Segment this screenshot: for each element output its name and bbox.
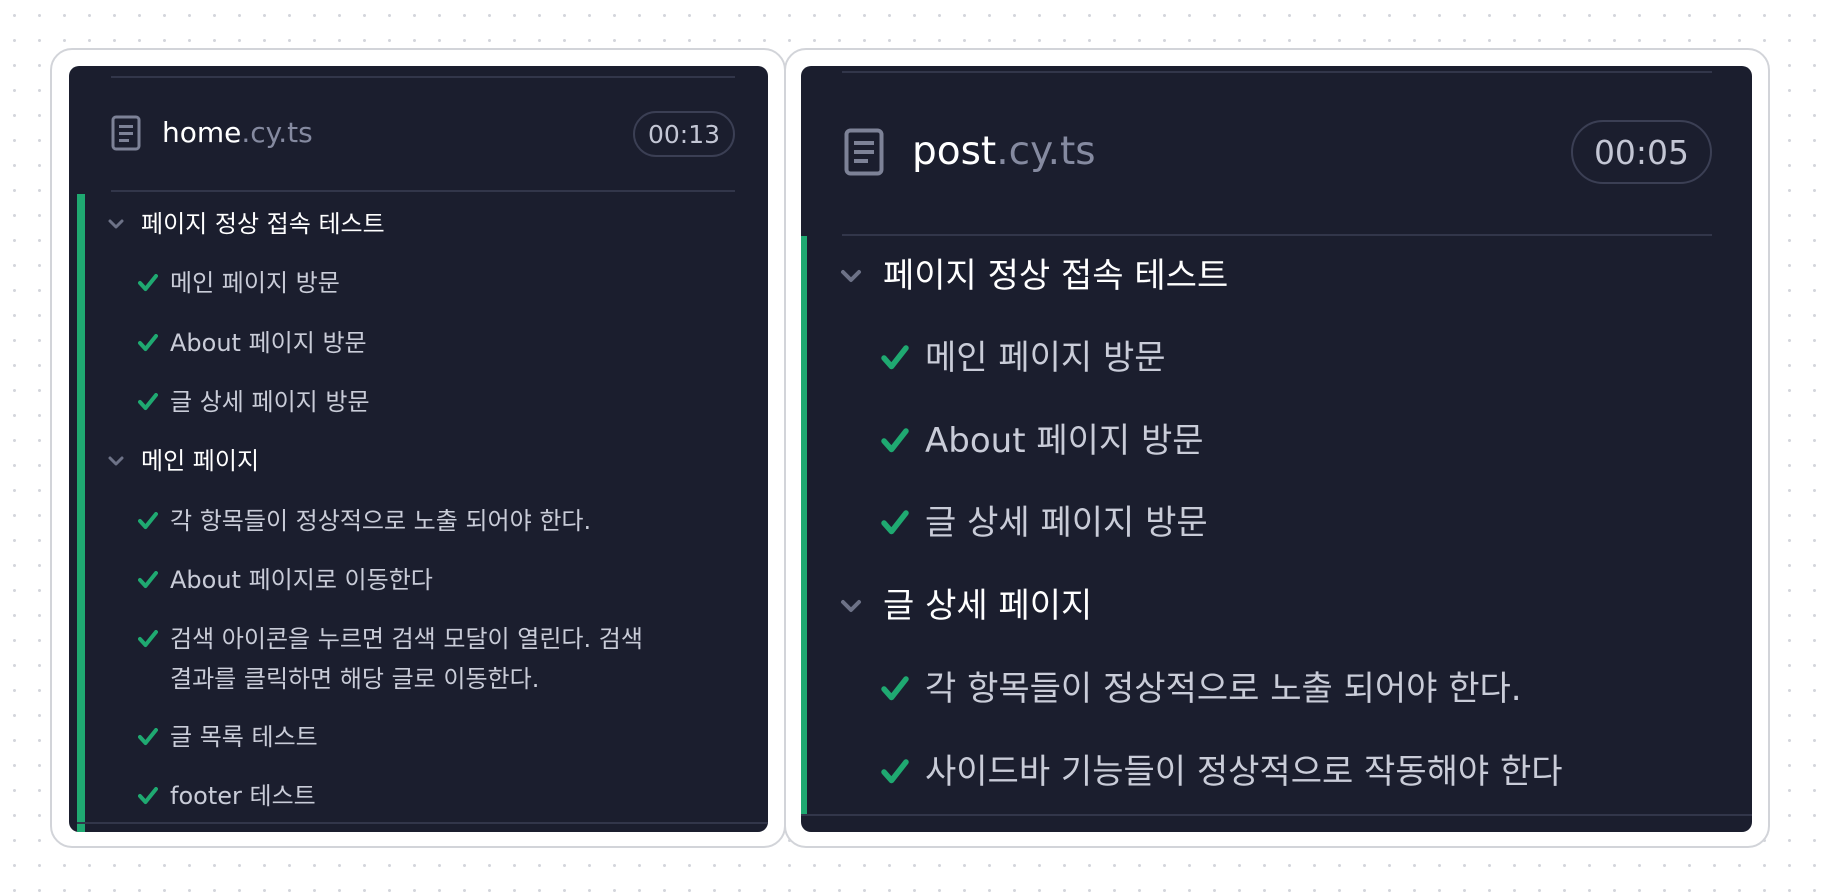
test-row[interactable]: About 페이지 방문 bbox=[138, 328, 367, 358]
check-icon bbox=[881, 759, 909, 784]
check-icon bbox=[881, 428, 909, 453]
test-title: 글 목록 테스트 bbox=[170, 723, 318, 751]
spec-file-basename: post bbox=[912, 129, 997, 174]
test-row[interactable]: footer 테스트 bbox=[138, 781, 316, 811]
spec-duration-badge: 00:13 bbox=[633, 111, 735, 157]
test-title: 글 상세 페이지 방문 bbox=[170, 388, 370, 416]
file-document-icon bbox=[111, 115, 141, 151]
bottom-divider bbox=[77, 822, 768, 824]
pass-status-bar bbox=[801, 236, 807, 814]
check-icon bbox=[138, 571, 158, 588]
suite-title: 글 상세 페이지 bbox=[883, 586, 1093, 626]
test-title: About 페이지로 이동한다 bbox=[170, 566, 433, 594]
test-title-line: 검색 아이콘을 누르면 검색 모달이 열린다. 검색 bbox=[170, 625, 643, 653]
suite-title: 페이지 정상 접속 테스트 bbox=[883, 256, 1229, 296]
chevron-down-icon bbox=[841, 600, 861, 612]
test-title: 메인 페이지 방문 bbox=[170, 269, 340, 297]
check-icon bbox=[138, 512, 158, 529]
suite-row[interactable]: 페이지 정상 접속 테스트 bbox=[839, 256, 1228, 296]
pass-status-bar bbox=[77, 194, 85, 832]
top-divider bbox=[111, 76, 735, 78]
check-icon bbox=[138, 630, 158, 647]
test-row[interactable]: About 페이지 방문 bbox=[881, 421, 1204, 461]
check-icon bbox=[138, 787, 158, 804]
header-divider bbox=[842, 234, 1712, 236]
check-icon bbox=[138, 393, 158, 410]
test-title: 사이드바 기능들이 정상적으로 작동해야 한다 bbox=[925, 752, 1563, 792]
chevron-down-icon bbox=[108, 219, 124, 229]
spec-file-name[interactable]: home.cy.ts bbox=[162, 115, 313, 151]
test-row[interactable]: 검색 아이콘을 누르면 검색 모달이 열린다. 검색 결과를 클릭하면 해당 글… bbox=[138, 624, 643, 694]
header-divider bbox=[111, 190, 735, 192]
test-title: 각 항목들이 정상적으로 노출 되어야 한다. bbox=[170, 507, 592, 535]
spec-file-name[interactable]: post.cy.ts bbox=[912, 128, 1096, 176]
suite-title: 메인 페이지 bbox=[141, 447, 260, 475]
check-icon bbox=[881, 345, 909, 370]
check-icon bbox=[881, 676, 909, 701]
suite-row[interactable]: 메인 페이지 bbox=[107, 446, 259, 476]
test-title: 글 상세 페이지 방문 bbox=[925, 503, 1208, 543]
chevron-down-icon bbox=[108, 456, 124, 466]
bottom-divider bbox=[801, 814, 1752, 816]
test-title: About 페이지 방문 bbox=[925, 421, 1204, 461]
test-title: 각 항목들이 정상적으로 노출 되어야 한다. bbox=[925, 669, 1522, 709]
check-icon bbox=[881, 510, 909, 535]
test-row[interactable]: About 페이지로 이동한다 bbox=[138, 565, 433, 595]
test-title: footer 테스트 bbox=[170, 782, 316, 810]
test-row[interactable]: 사이드바 기능들이 정상적으로 작동해야 한다 bbox=[881, 752, 1563, 792]
spec-file-extension: .cy.ts bbox=[996, 129, 1096, 174]
test-row[interactable]: 글 상세 페이지 방문 bbox=[881, 503, 1208, 543]
spec-panel-post: post.cy.ts 00:05 페이지 정상 접속 테스트 메인 페이지 방문… bbox=[801, 66, 1752, 832]
test-title: About 페이지 방문 bbox=[170, 329, 367, 357]
suite-row[interactable]: 페이지 정상 접속 테스트 bbox=[107, 209, 385, 239]
chevron-down-icon bbox=[841, 270, 861, 282]
test-title-line: 결과를 클릭하면 해당 글로 이동한다. bbox=[170, 665, 540, 693]
check-icon bbox=[138, 728, 158, 745]
check-icon bbox=[138, 334, 158, 351]
test-title: 메인 페이지 방문 bbox=[925, 338, 1166, 378]
spec-panel-home: home.cy.ts 00:13 페이지 정상 접속 테스트 메인 페이지 방문… bbox=[69, 66, 768, 832]
test-row[interactable]: 각 항목들이 정상적으로 노출 되어야 한다. bbox=[138, 506, 591, 536]
test-row[interactable]: 메인 페이지 방문 bbox=[881, 338, 1166, 378]
file-document-icon bbox=[844, 128, 884, 176]
spec-duration-badge: 00:05 bbox=[1571, 120, 1712, 184]
suite-title: 페이지 정상 접속 테스트 bbox=[141, 210, 385, 238]
test-row[interactable]: 글 목록 테스트 bbox=[138, 722, 318, 752]
test-row[interactable]: 글 상세 페이지 방문 bbox=[138, 387, 370, 417]
spec-file-basename: home bbox=[162, 116, 242, 149]
test-row[interactable]: 메인 페이지 방문 bbox=[138, 268, 340, 298]
test-row[interactable]: 각 항목들이 정상적으로 노출 되어야 한다. bbox=[881, 669, 1522, 709]
spec-file-extension: .cy.ts bbox=[241, 116, 313, 149]
suite-row[interactable]: 글 상세 페이지 bbox=[839, 586, 1092, 626]
check-icon bbox=[138, 274, 158, 291]
top-divider bbox=[842, 71, 1712, 73]
